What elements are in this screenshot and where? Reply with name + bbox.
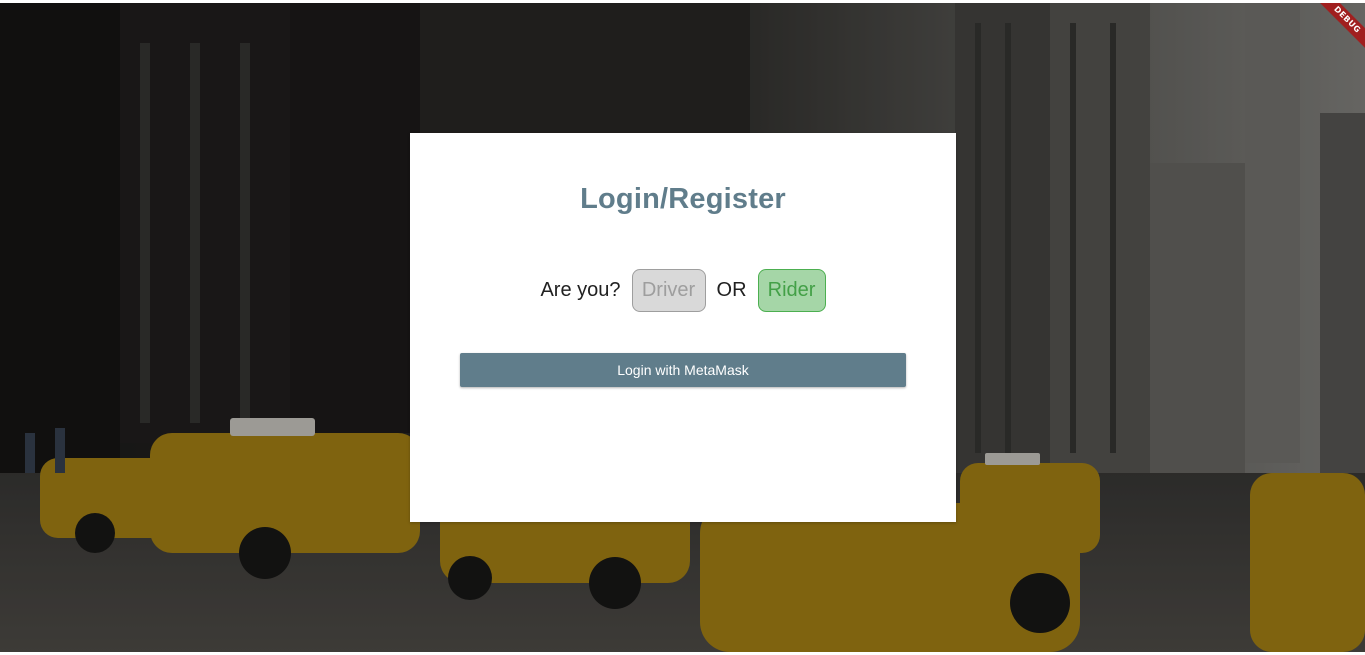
login-card: Login/Register Are you? Driver OR Rider … (410, 133, 956, 522)
driver-button[interactable]: Driver (631, 269, 706, 312)
role-prompt-label: Are you? (540, 279, 621, 301)
login-with-metamask-button[interactable]: Login with MetaMask (460, 353, 906, 387)
rider-button[interactable]: Rider (757, 269, 826, 312)
role-selector: Are you? Driver OR Rider (410, 268, 956, 313)
or-separator-label: OR (716, 279, 747, 301)
page-title: Login/Register (580, 183, 786, 215)
